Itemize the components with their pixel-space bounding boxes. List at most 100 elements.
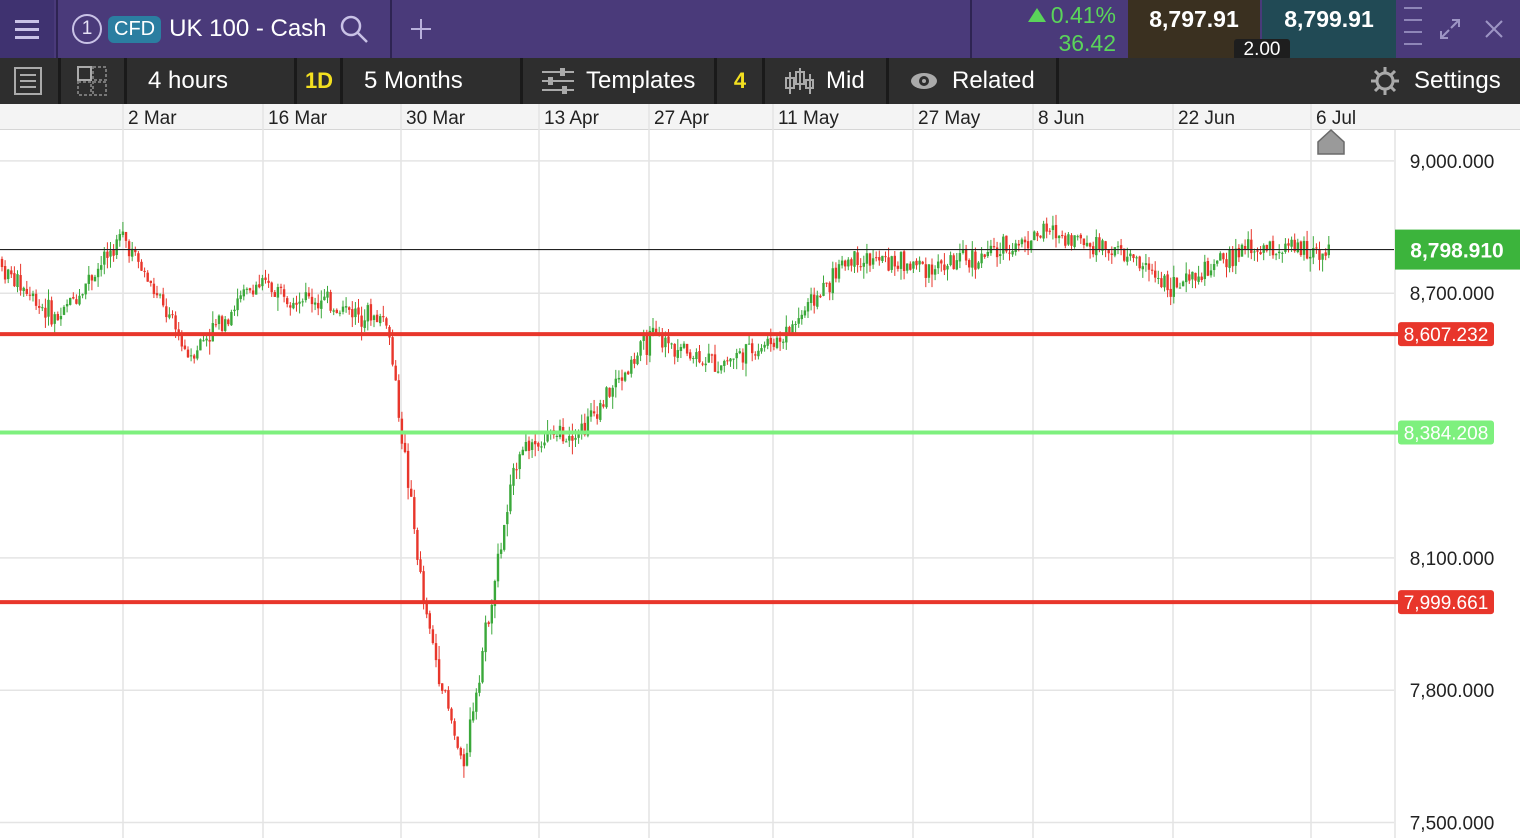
price-chart[interactable]: 2 Mar 16 Mar 30 Mar 13 Apr 27 Apr 11 May 27 Ma… [0, 0, 1520, 838]
candle-body [1160, 278, 1163, 288]
y-tick-label: 7,800.000 [1410, 681, 1495, 702]
candle-body [729, 358, 732, 362]
candle-body [1092, 246, 1095, 255]
candle-body [422, 571, 425, 603]
y-tick-label: 7,500.000 [1410, 814, 1495, 835]
candle-body [1064, 235, 1067, 246]
candle-body [242, 289, 245, 297]
candle-body [940, 260, 943, 264]
candle-body [831, 268, 834, 294]
candle-body [806, 302, 810, 312]
candle-body [893, 255, 896, 267]
candle-body [661, 335, 664, 348]
candle-body [596, 414, 599, 419]
candle-body [1045, 223, 1048, 232]
candle-body [738, 351, 741, 354]
candle-body [1240, 244, 1244, 257]
candle-body [791, 324, 794, 334]
candle-body [41, 307, 44, 309]
candle-body [918, 260, 921, 265]
candle-body [1104, 241, 1107, 250]
y-tick-label: 8,100.000 [1410, 549, 1495, 570]
candle-body [865, 253, 869, 264]
candle-body [537, 443, 540, 447]
candle-body [1088, 243, 1092, 247]
candle-body [447, 690, 450, 709]
candle-body [524, 441, 528, 452]
candle-body [214, 324, 218, 326]
candle-body [338, 312, 342, 314]
candle-body [329, 291, 332, 311]
candle-body [912, 261, 915, 269]
candle-body [112, 249, 115, 256]
candle-body [540, 446, 543, 448]
home-icon [1317, 128, 1345, 155]
candle-body [506, 512, 509, 525]
candle-body [850, 259, 853, 266]
candle-body [1110, 253, 1113, 255]
candle-body [310, 296, 314, 305]
candle-body [78, 295, 81, 305]
candle-body [744, 344, 748, 364]
candle-body [317, 302, 320, 309]
candle-body [1231, 250, 1234, 267]
candle-body [701, 363, 704, 365]
candle-body [834, 267, 838, 279]
candle-body [732, 358, 735, 360]
candle-body [1287, 243, 1290, 246]
candle-body [986, 251, 989, 257]
x-tick-label: 22 Jun [1178, 108, 1235, 129]
candle-body [707, 353, 710, 363]
candle-body [828, 282, 831, 293]
candle-body [825, 282, 828, 284]
candle-body [710, 354, 714, 356]
candle-body [881, 255, 884, 262]
candle-body [121, 231, 125, 235]
candle-body [859, 266, 862, 268]
candle-body [1113, 247, 1117, 256]
candle-body [1191, 271, 1194, 280]
candle-body [1290, 239, 1293, 247]
candle-body [1039, 235, 1042, 238]
candle-body [890, 256, 893, 270]
x-tick-label: 27 Apr [654, 108, 710, 129]
candle-body [10, 270, 13, 275]
candle-body [459, 748, 462, 756]
candle-body [273, 292, 276, 297]
candle-body [636, 355, 639, 365]
candle-body [822, 282, 825, 296]
candle-body [13, 273, 16, 287]
candle-body [295, 302, 298, 305]
candle-body [87, 274, 90, 284]
candle-body [292, 302, 295, 309]
candle-body [363, 320, 366, 328]
candle-body [152, 283, 156, 295]
candle-body [1234, 248, 1237, 266]
candle-body [96, 268, 100, 278]
candle-body [1243, 245, 1247, 250]
candle-body [1309, 256, 1312, 259]
candle-body [1123, 248, 1126, 261]
candle-body [298, 301, 301, 304]
candle-body [1119, 245, 1123, 249]
candle-body [1132, 254, 1135, 259]
candle-body [341, 306, 345, 312]
candle-body [472, 711, 475, 721]
candle-body [413, 497, 416, 530]
candle-body [245, 288, 249, 290]
candle-body [1076, 236, 1079, 238]
candle-body [692, 358, 695, 360]
candle-body [478, 682, 481, 693]
candle-body [639, 341, 642, 356]
candle-body [1324, 252, 1327, 256]
candle-body [1197, 276, 1200, 282]
candle-body [1023, 239, 1027, 243]
candle-body [419, 559, 422, 572]
candle-body [670, 343, 673, 345]
candle-body [763, 344, 766, 348]
current-price-label: 8,798.910 [1410, 240, 1503, 263]
candle-body [602, 404, 605, 407]
candle-body [468, 719, 472, 753]
candle-body [1203, 261, 1206, 280]
candle-body [977, 262, 980, 269]
